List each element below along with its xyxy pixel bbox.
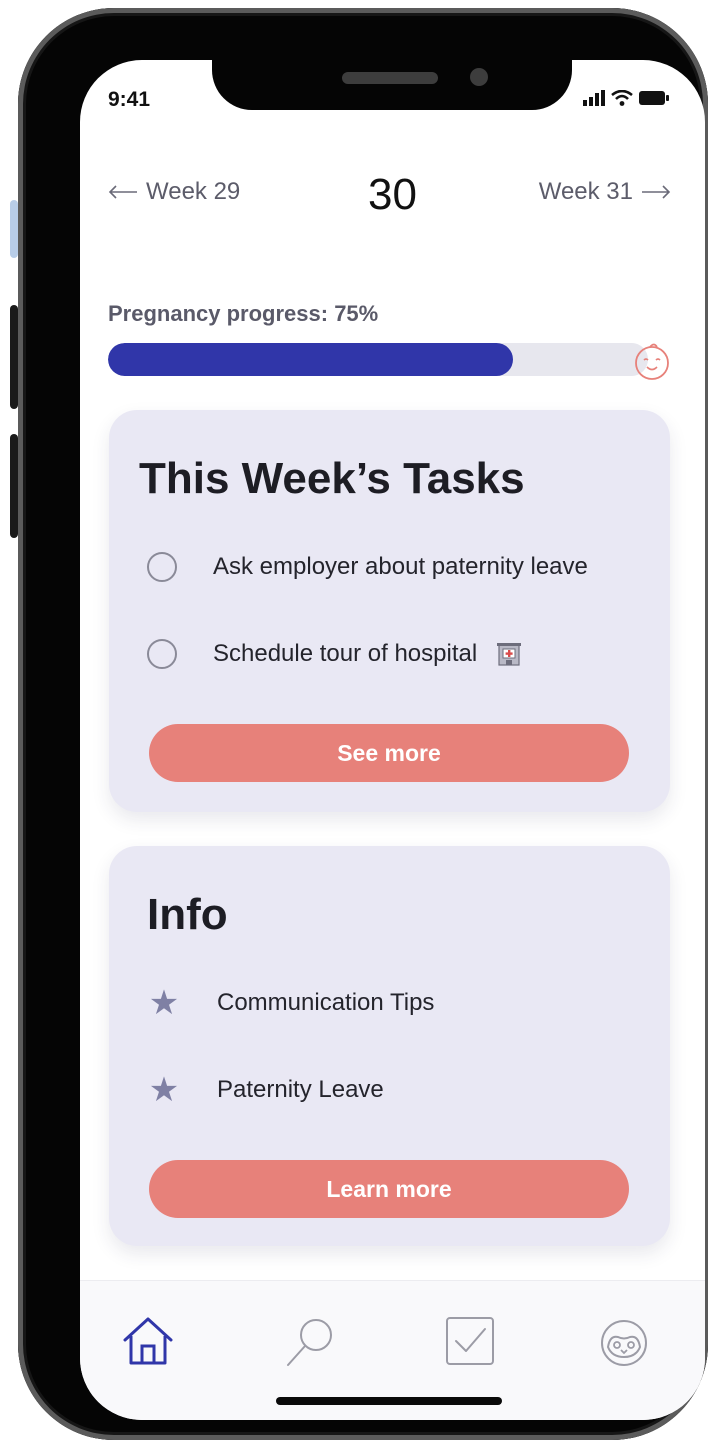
tab-home[interactable] [118,1311,178,1371]
task-item[interactable]: Ask employer about paternity leave [147,552,588,582]
status-time: 9:41 [108,88,151,111]
camera [470,68,488,86]
hospital-icon [497,643,522,666]
task-label: Ask employer about paternity leave [213,553,588,580]
signal-icon [583,90,605,106]
home-icon [123,1317,173,1365]
penguin-icon [601,1320,647,1366]
info-card-title: Info [147,890,228,939]
week-nav: Week 29 30 Week 31 [80,170,705,220]
tab-search[interactable] [282,1311,342,1371]
progress-fill [108,343,513,376]
info-item[interactable]: ★ Paternity Leave [147,1071,384,1109]
checkbox-circle-icon[interactable] [147,552,177,582]
next-week-label: Week 31 [538,178,633,205]
tasks-card-title: This Week’s Tasks [139,454,525,503]
info-label: Communication Tips [217,989,435,1016]
speaker [342,72,438,84]
checkbox-circle-icon[interactable] [147,639,177,669]
battery-icon [639,91,669,105]
star-icon: ★ [148,984,180,1022]
learn-more-button[interactable]: Learn more [149,1160,629,1218]
volume-down-button [10,434,18,538]
search-icon [287,1319,332,1366]
info-label: Paternity Leave [217,1076,384,1103]
info-item[interactable]: ★ Communication Tips [147,984,435,1022]
tasks-card: This Week’s Tasks Ask employer about pat… [109,410,670,812]
phone-frame: 9:41 Week 29 30 Week 31 Pregnancy progre… [18,8,708,1440]
task-label: Schedule tour of hospital [213,640,478,667]
tab-tasks[interactable] [440,1311,500,1371]
volume-up-button [10,305,18,409]
baby-face-icon [635,343,669,380]
wifi-icon [611,90,633,106]
progress-track [108,343,648,376]
next-week-link[interactable]: Week 31 [539,178,671,206]
action-button [10,200,18,258]
notch [212,60,572,110]
progress-label: Pregnancy progress: 75% [108,301,379,326]
arrow-right-icon [642,185,671,199]
star-icon: ★ [148,1071,180,1109]
status-icons [583,90,669,106]
info-card: Info ★ Communication Tips ★ Paternity Le… [109,846,670,1246]
see-more-button[interactable]: See more [149,724,629,782]
home-indicator [276,1397,502,1405]
checklist-icon [446,1317,494,1365]
task-item[interactable]: Schedule tour of hospital [147,639,522,669]
tab-profile[interactable] [594,1311,654,1371]
screen: 9:41 Week 29 30 Week 31 Pregnancy progre… [80,60,705,1420]
